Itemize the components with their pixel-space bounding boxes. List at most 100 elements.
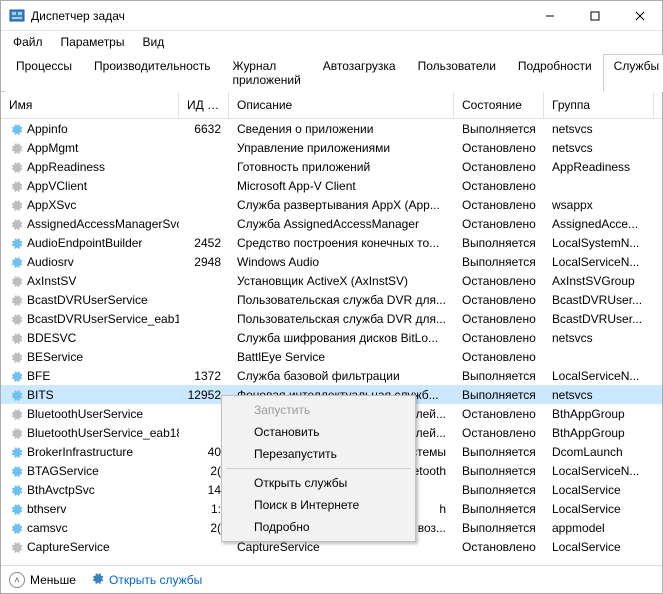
tab-startup[interactable]: Автозагрузка (312, 54, 407, 92)
cell-name: camsvc (1, 521, 179, 535)
cell-group: LocalServiceN... (544, 464, 654, 478)
tab-performance[interactable]: Производительность (83, 54, 221, 92)
tab-apphistory[interactable]: Журнал приложений (222, 54, 312, 92)
service-gear-icon (9, 483, 23, 497)
table-row[interactable]: AppVClientMicrosoft App-V ClientОстановл… (1, 176, 662, 195)
cell-name: bthserv (1, 502, 179, 516)
cell-name: BcastDVRUserService (1, 293, 179, 307)
cell-state: Остановлено (454, 179, 544, 193)
service-gear-icon (9, 388, 23, 402)
service-gear-icon (9, 293, 23, 307)
cell-group: netsvcs (544, 141, 654, 155)
service-name: BthAvctpSvc (27, 483, 95, 497)
cell-desc: Пользовательская служба DVR для... (229, 293, 454, 307)
tab-users[interactable]: Пользователи (407, 54, 507, 92)
col-group[interactable]: Группа (544, 92, 654, 118)
tab-services[interactable]: Службы (603, 54, 663, 92)
cell-name: BthAvctpSvc (1, 483, 179, 497)
table-row[interactable]: AxInstSVУстановщик ActiveX (AxInstSV)Ост… (1, 271, 662, 290)
cm-start: Запустить (224, 399, 413, 421)
cm-restart[interactable]: Перезапустить (224, 443, 413, 465)
maximize-button[interactable] (572, 1, 617, 31)
service-name: AppVClient (27, 179, 87, 193)
cell-group: BthAppGroup (544, 407, 654, 421)
cell-desc: Служба базовой фильтрации (229, 369, 454, 383)
service-name: BTAGService (27, 464, 99, 478)
cm-stop[interactable]: Остановить (224, 421, 413, 443)
cell-desc: Пользовательская служба DVR для... (229, 312, 454, 326)
col-state[interactable]: Состояние (454, 92, 544, 118)
service-gear-icon (9, 331, 23, 345)
window-title: Диспетчер задач (31, 9, 527, 23)
cell-name: BcastDVRUserService_eab181 (1, 312, 179, 326)
table-row[interactable]: BDESVCСлужба шифрования дисков BitLo...О… (1, 328, 662, 347)
service-gear-icon (9, 369, 23, 383)
cell-group: BcastDVRUser... (544, 293, 654, 307)
cell-name: Audiosrv (1, 255, 179, 269)
table-row[interactable]: Appinfo6632Сведения о приложенииВыполняе… (1, 119, 662, 138)
cell-name: BITS (1, 388, 179, 402)
cell-name: AppReadiness (1, 160, 179, 174)
table-row[interactable]: AssignedAccessManagerSvcСлужба AssignedA… (1, 214, 662, 233)
close-button[interactable] (617, 1, 662, 31)
cell-name: AudioEndpointBuilder (1, 236, 179, 250)
table-row[interactable]: BcastDVRUserService Пользовательская служ… (1, 290, 662, 309)
service-gear-icon (9, 540, 23, 554)
cell-desc: Управление приложениями (229, 141, 454, 155)
service-name: Appinfo (27, 122, 68, 136)
service-gear-icon (9, 217, 23, 231)
cm-search[interactable]: Поиск в Интернете (224, 494, 413, 516)
col-pid[interactable]: ИД п... (179, 92, 229, 118)
menu-view[interactable]: Вид (134, 33, 172, 51)
cell-group: LocalServiceN... (544, 369, 654, 383)
cell-state: Выполняется (454, 236, 544, 250)
cell-pid: 2452 (179, 236, 229, 250)
minimize-button[interactable] (527, 1, 572, 31)
fewer-details-button[interactable]: ˄ Меньше (9, 572, 76, 588)
chevron-up-icon: ˄ (9, 572, 25, 588)
service-name: AssignedAccessManagerSvc (27, 217, 179, 231)
service-name: BDESVC (27, 331, 76, 345)
open-services-label: Открыть службы (109, 573, 202, 587)
gear-icon (90, 571, 104, 588)
table-row[interactable]: BFE1372Служба базовой фильтрацииВыполняе… (1, 366, 662, 385)
table-row[interactable]: AppXSvcСлужба развертывания AppX (App...… (1, 195, 662, 214)
service-name: AudioEndpointBuilder (27, 236, 142, 250)
cell-state: Остановлено (454, 141, 544, 155)
table-row[interactable]: Audiosrv2948Windows AudioВыполняетсяLoca… (1, 252, 662, 271)
menu-options[interactable]: Параметры (53, 33, 133, 51)
titlebar: Диспетчер задач (1, 1, 662, 31)
service-gear-icon (9, 236, 23, 250)
col-desc[interactable]: Описание (229, 92, 454, 118)
col-name[interactable]: Имя (1, 92, 179, 118)
service-name: CaptureService (27, 540, 110, 554)
cell-state: Остановлено (454, 274, 544, 288)
cell-group: LocalService (544, 540, 654, 554)
cm-open[interactable]: Открыть службы (224, 472, 413, 494)
service-gear-icon (9, 255, 23, 269)
cell-desc: Служба шифрования дисков BitLo... (229, 331, 454, 345)
tab-strip: Процессы Производительность Журнал прило… (1, 53, 662, 92)
cell-name: BDESVC (1, 331, 179, 345)
column-headers: Имя ИД п... Описание Состояние Группа (1, 92, 662, 119)
cell-pid: 1372 (179, 369, 229, 383)
cm-details[interactable]: Подробно (224, 516, 413, 538)
cell-state: Выполняется (454, 255, 544, 269)
cell-desc: Windows Audio (229, 255, 454, 269)
service-gear-icon (9, 445, 23, 459)
tab-processes[interactable]: Процессы (5, 54, 83, 92)
tab-details[interactable]: Подробности (507, 54, 603, 92)
table-row[interactable]: AudioEndpointBuilder2452Средство построе… (1, 233, 662, 252)
cell-state: Выполняется (454, 445, 544, 459)
cell-state: Выполняется (454, 388, 544, 402)
cell-state: Остановлено (454, 312, 544, 326)
cell-name: AppXSvc (1, 198, 179, 212)
table-row[interactable]: AppReadinessГотовность приложенийОстанов… (1, 157, 662, 176)
table-row[interactable]: BEServiceBattlEye ServiceОстановлено (1, 347, 662, 366)
table-row[interactable]: AppMgmtУправление приложениямиОстановлен… (1, 138, 662, 157)
cell-name: Appinfo (1, 122, 179, 136)
menu-file[interactable]: Файл (5, 33, 51, 51)
table-row[interactable]: BcastDVRUserService_eab181 Пользовательск… (1, 309, 662, 328)
open-services-link[interactable]: Открыть службы (90, 571, 202, 588)
cell-state: Остановлено (454, 293, 544, 307)
